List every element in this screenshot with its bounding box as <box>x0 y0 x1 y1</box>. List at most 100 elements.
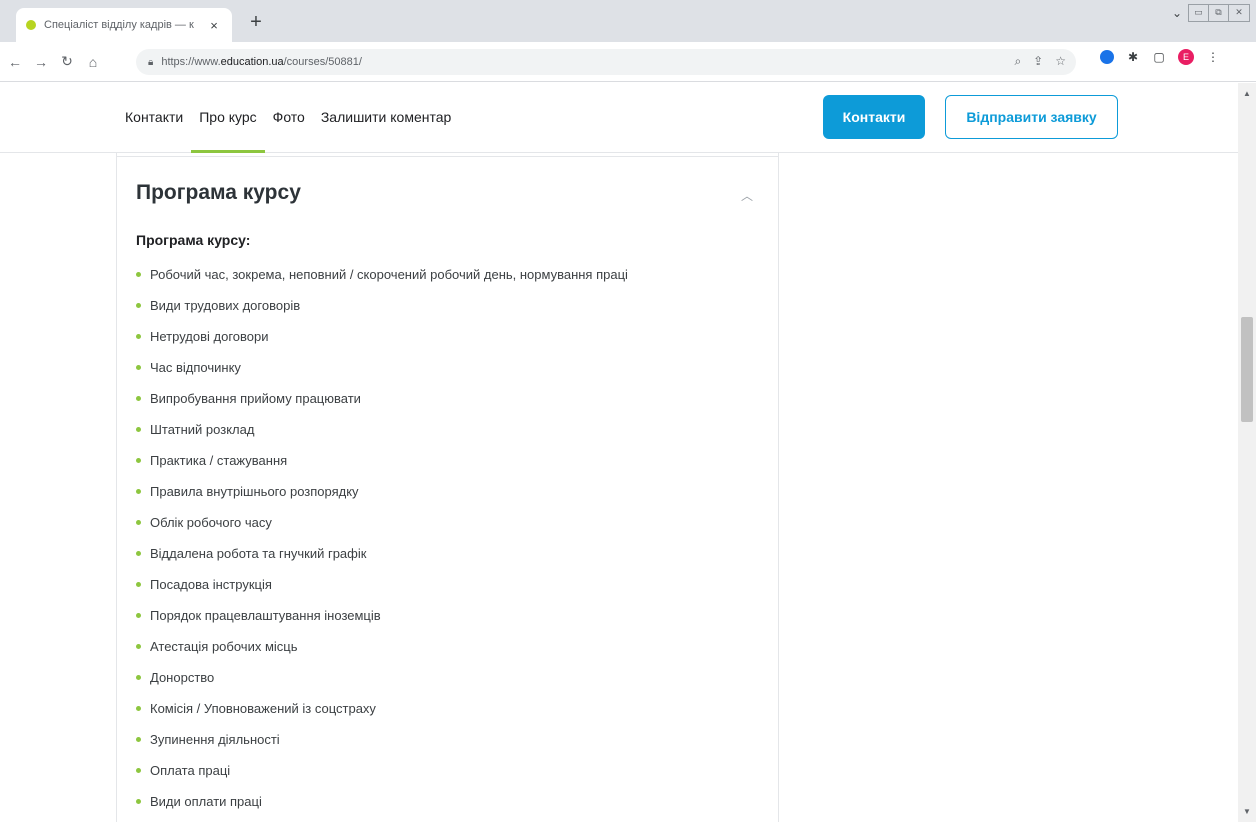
nav-link-photo[interactable]: Фото <box>273 83 305 153</box>
nav-link-contacts[interactable]: Контакти <box>125 83 183 153</box>
course-list-item: Випробування прийому працювати <box>136 383 628 414</box>
bullet-icon <box>136 768 141 773</box>
bullet-icon <box>136 303 141 308</box>
url-text[interactable]: https://www.education.ua/courses/50881/ <box>161 56 362 68</box>
course-list-item: Віддалена робота та гнучкий графік <box>136 538 628 569</box>
course-list-item: Оплата праці <box>136 755 628 786</box>
course-list-item: Зупинення діяльності <box>136 724 628 755</box>
minimize-icon[interactable]: ▭ <box>1189 5 1209 21</box>
bullet-icon <box>136 427 141 432</box>
scrollbar-thumb[interactable] <box>1241 316 1253 422</box>
share-icon[interactable]: ⇪ <box>1033 54 1043 69</box>
column-divider <box>778 153 779 822</box>
site-nav: Контакти Про курс Фото Залишити коментар <box>125 83 451 153</box>
address-bar[interactable]: 🔒︎ https://www.education.ua/courses/5088… <box>136 49 1076 75</box>
zoom-icon[interactable]: ⌕ <box>1014 54 1021 69</box>
bullet-icon <box>136 582 141 587</box>
new-tab-button[interactable]: + <box>246 12 266 32</box>
back-arrow-icon[interactable]: ← <box>4 54 26 70</box>
side-panel-icon[interactable]: ▢ <box>1152 50 1166 64</box>
card-top-divider <box>117 156 778 157</box>
site-header: Контакти Про курс Фото Залишити коментар… <box>0 83 1238 153</box>
course-list-item: Донорство <box>136 662 628 693</box>
course-list-item: Робочий час, зокрема, неповний / скороче… <box>136 259 628 290</box>
forward-arrow-icon[interactable]: → <box>30 54 52 70</box>
course-list-item-text: Практика / стажування <box>150 453 288 468</box>
tab-strip: Спеціаліст відділу кадрів — кур × + ⌄ ▭ … <box>0 0 1256 42</box>
browser-menu-icon[interactable]: ⋮ <box>1206 50 1220 64</box>
bullet-icon <box>136 706 141 711</box>
bullet-icon <box>136 613 141 618</box>
course-list-item-text: Зупинення діяльності <box>150 732 280 747</box>
extensions-puzzle-icon[interactable]: ✱ <box>1126 50 1140 64</box>
course-program-card: Програма курсу ︿ Програма курсу: Робочий… <box>117 153 778 822</box>
browser-tab[interactable]: Спеціаліст відділу кадрів — кур × <box>16 8 232 42</box>
course-list-item-text: Комісія / Уповноважений із соцстраху <box>150 701 376 716</box>
course-program-list: Робочий час, зокрема, неповний / скороче… <box>136 259 628 817</box>
home-icon[interactable]: ⌂ <box>82 54 104 70</box>
browser-toolbar: ← → ↻ ⌂ 🔒︎ https://www.education.ua/cour… <box>0 42 1256 82</box>
bullet-icon <box>136 675 141 680</box>
course-list-item-text: Види трудових договорів <box>150 298 301 313</box>
course-list-item: Штатний розклад <box>136 414 628 445</box>
contacts-button[interactable]: Контакти <box>823 95 925 139</box>
scroll-up-arrow-icon[interactable]: ▲ <box>1243 89 1251 98</box>
course-list-item: Комісія / Уповноважений із соцстраху <box>136 693 628 724</box>
course-list-item: Посадова інструкція <box>136 569 628 600</box>
course-list-item-text: Робочий час, зокрема, неповний / скороче… <box>150 267 628 282</box>
course-list-item: Практика / стажування <box>136 445 628 476</box>
course-list-item-text: Атестація робочих місць <box>150 639 298 654</box>
bullet-icon <box>136 551 141 556</box>
bullet-icon <box>136 396 141 401</box>
close-window-icon[interactable]: ✕ <box>1229 5 1249 21</box>
course-list-item-text: Порядок працевлаштування іноземців <box>150 608 381 623</box>
page-scrollbar[interactable]: ▲ ▼ <box>1238 83 1256 822</box>
url-domain: education.ua <box>220 56 284 68</box>
course-list-item-text: Облік робочого часу <box>150 515 272 530</box>
course-list-item: Атестація робочих місць <box>136 631 628 662</box>
course-list-item-text: Час відпочинку <box>150 360 241 375</box>
url-prefix: https://www. <box>161 56 221 68</box>
restore-icon[interactable]: ⧉ <box>1209 5 1229 21</box>
bookmark-star-icon[interactable]: ☆ <box>1055 54 1066 69</box>
course-list-item: Час відпочинку <box>136 352 628 383</box>
course-list-item-text: Випробування прийому працювати <box>150 391 361 406</box>
bullet-icon <box>136 334 141 339</box>
extension-icon[interactable] <box>1100 50 1114 64</box>
bullet-icon <box>136 272 141 277</box>
tab-search-chevron-icon[interactable]: ⌄ <box>1172 6 1182 20</box>
course-list-item-text: Правила внутрішнього розпорядку <box>150 484 359 499</box>
bullet-icon <box>136 365 141 370</box>
course-list-item: Облік робочого часу <box>136 507 628 538</box>
send-application-button[interactable]: Відправити заявку <box>945 95 1118 139</box>
course-list-item-text: Нетрудові договори <box>150 329 269 344</box>
window-controls: ⌄ ▭ ⧉ ✕ <box>1172 4 1250 22</box>
bullet-icon <box>136 799 141 804</box>
lock-icon[interactable]: 🔒︎ <box>148 57 153 68</box>
tab-title: Спеціаліст відділу кадрів — кур <box>44 19 194 31</box>
bullet-icon <box>136 520 141 525</box>
section-subtitle: Програма курсу: <box>136 232 251 248</box>
site-favicon-icon <box>26 20 36 30</box>
bullet-icon <box>136 489 141 494</box>
course-list-item: Правила внутрішнього розпорядку <box>136 476 628 507</box>
bullet-icon <box>136 737 141 742</box>
window-buttons: ▭ ⧉ ✕ <box>1188 4 1250 22</box>
course-list-item-text: Оплата праці <box>150 763 231 778</box>
course-list-item-text: Штатний розклад <box>150 422 255 437</box>
nav-link-leave-comment[interactable]: Залишити коментар <box>321 83 451 153</box>
nav-link-about-course[interactable]: Про курс <box>191 83 266 153</box>
chevron-up-icon[interactable]: ︿ <box>741 187 753 204</box>
course-list-item: Нетрудові договори <box>136 321 628 352</box>
profile-avatar[interactable]: E <box>1178 49 1194 65</box>
course-list-item-text: Віддалена робота та гнучкий графік <box>150 546 367 561</box>
extensions-area: ✱ ▢ E ⋮ <box>1100 49 1220 65</box>
tab-close-icon[interactable]: × <box>206 18 222 33</box>
scroll-down-arrow-icon[interactable]: ▼ <box>1243 807 1251 816</box>
bullet-icon <box>136 458 141 463</box>
course-list-item-text: Донорство <box>150 670 215 685</box>
reload-icon[interactable]: ↻ <box>56 53 78 70</box>
browser-window: Спеціаліст відділу кадрів — кур × + ⌄ ▭ … <box>0 0 1256 822</box>
course-list-item: Види трудових договорів <box>136 290 628 321</box>
section-title: Програма курсу <box>136 181 301 204</box>
